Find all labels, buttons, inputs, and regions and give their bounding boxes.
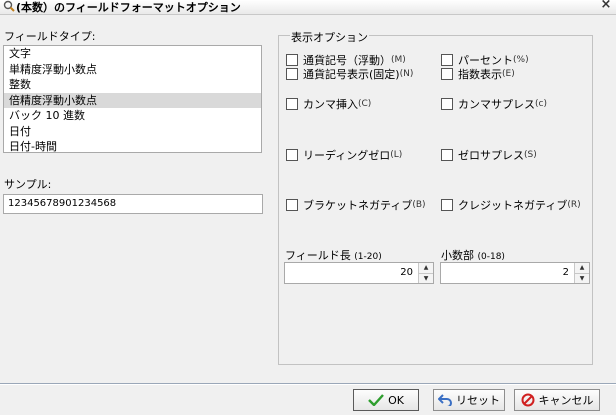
checkbox-box[interactable] [286, 54, 298, 66]
checkbox-box[interactable] [286, 149, 298, 161]
checkbox-accel: (C) [358, 99, 372, 109]
checkbox-label: 通貨記号表示(固定) [303, 68, 400, 81]
field-type-item[interactable]: バック 10 進数 [4, 108, 261, 124]
checkbox-accel: (B) [412, 200, 426, 210]
checkbox-currency-fixed[interactable]: 通貨記号表示(固定) (N) [286, 66, 413, 82]
sample-field[interactable]: 12345678901234568 [3, 194, 263, 214]
field-type-item[interactable]: 整数 [4, 77, 261, 93]
spin-up-icon[interactable]: ▲ [419, 263, 433, 273]
display-options-title: 表示オプション [290, 29, 369, 45]
checkbox-box[interactable] [441, 199, 453, 211]
undo-icon [438, 394, 452, 406]
decimals-value[interactable]: 2 [563, 263, 569, 283]
checkbox-accel: (%) [513, 55, 529, 65]
checkbox-box[interactable] [441, 54, 453, 66]
checkbox-exponent[interactable]: 指数表示 (E) [441, 66, 515, 82]
title-bar: (本数）のフィールドフォーマットオプション × [0, 0, 616, 15]
reset-button[interactable]: リセット [433, 389, 505, 411]
checkbox-label: カンマサプレス [458, 98, 535, 111]
checkbox-box[interactable] [441, 149, 453, 161]
reset-label: リセット [456, 394, 500, 407]
checkbox-box[interactable] [441, 68, 453, 80]
checkbox-comma-insert[interactable]: カンマ挿入 (C) [286, 96, 371, 112]
checkbox-accel: (c) [535, 99, 547, 109]
spin-down-icon[interactable]: ▼ [575, 273, 589, 284]
checkbox-leading-zero[interactable]: リーディングゼロ (L) [286, 147, 402, 163]
checkbox-box[interactable] [286, 98, 298, 110]
checkbox-comma-suppress[interactable]: カンマサプレス (c) [441, 96, 547, 112]
ok-label: OK [388, 393, 404, 407]
footer-divider [0, 383, 616, 385]
checkbox-bracket-negative[interactable]: ブラケットネガティブ (B) [286, 197, 426, 213]
checkbox-box[interactable] [286, 68, 298, 80]
spin-down-icon[interactable]: ▼ [419, 273, 433, 284]
checkbox-accel: (R) [567, 200, 581, 210]
field-length-label-text: フィールド長 [285, 249, 351, 262]
field-type-item[interactable]: 倍精度浮動小数点 [4, 92, 261, 108]
close-button[interactable]: × [599, 0, 613, 12]
window-title: (本数）のフィールドフォーマットオプション [16, 1, 241, 14]
checkbox-credit-negative[interactable]: クレジットネガティブ (R) [441, 197, 581, 213]
field-type-item[interactable]: 文字 [4, 46, 261, 62]
spinner-arrows[interactable]: ▲ ▼ [574, 263, 589, 283]
checkbox-zero-suppress[interactable]: ゼロサプレス (S) [441, 147, 537, 163]
checkbox-label: リーディングゼロ [303, 149, 391, 162]
checkbox-accel: (N) [399, 69, 414, 79]
field-length-spinner[interactable]: 20 ▲ ▼ [284, 262, 434, 284]
checkbox-label: ブラケットネガティブ [303, 199, 413, 212]
app-icon [3, 0, 15, 12]
decimals-label: 小数部 (0-18) [441, 247, 505, 263]
field-length-label: フィールド長 (1-20) [285, 247, 382, 263]
checkbox-label: 指数表示 [458, 68, 502, 81]
cancel-button[interactable]: キャンセル [514, 389, 600, 411]
checkbox-accel: (M) [391, 55, 406, 65]
decimals-spinner[interactable]: 2 ▲ ▼ [440, 262, 590, 284]
field-type-item[interactable]: 日付-時間 [4, 139, 261, 155]
field-type-item[interactable]: 単精度浮動小数点 [4, 62, 261, 78]
cancel-icon [521, 393, 535, 407]
checkbox-label: クレジットネガティブ [458, 199, 568, 212]
checkbox-label: カンマ挿入 [303, 98, 358, 111]
checkbox-accel: (E) [502, 69, 515, 79]
checkbox-box[interactable] [286, 199, 298, 211]
checkbox-accel: (S) [524, 150, 537, 160]
field-type-listbox[interactable]: 文字 単精度浮動小数点 整数 倍精度浮動小数点 バック 10 進数 日付 日付-時間 [3, 45, 262, 153]
sample-label: サンプル: [4, 178, 52, 191]
spin-up-icon[interactable]: ▲ [575, 263, 589, 273]
checkbox-box[interactable] [441, 98, 453, 110]
checkbox-label: ゼロサプレス [458, 149, 524, 162]
spinner-arrows[interactable]: ▲ ▼ [418, 263, 433, 283]
checkbox-accel: (L) [390, 150, 403, 160]
checkmark-icon [368, 394, 384, 406]
field-length-range: (1-20) [354, 252, 382, 262]
cancel-label: キャンセル [538, 394, 594, 407]
ok-button[interactable]: OK [353, 389, 419, 411]
field-length-value[interactable]: 20 [400, 263, 413, 283]
field-type-label: フィールドタイプ: [4, 30, 96, 43]
decimals-label-text: 小数部 [441, 249, 474, 262]
decimals-range: (0-18) [477, 252, 505, 262]
field-type-item[interactable]: 日付 [4, 124, 261, 140]
